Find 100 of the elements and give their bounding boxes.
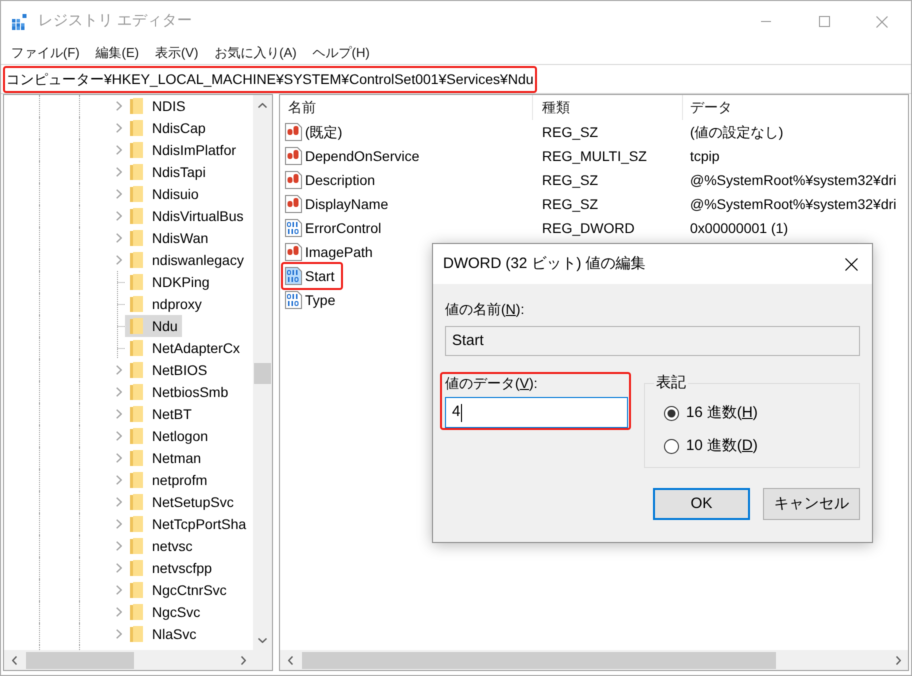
folder-icon <box>130 516 143 532</box>
radio-label: 10 進数(D) <box>686 437 758 454</box>
scrollbar-thumb[interactable] <box>254 363 271 384</box>
tree-item[interactable]: NdisCap <box>125 117 210 139</box>
menu-item[interactable]: お気に入り(A) <box>210 42 301 64</box>
scrollbar-thumb[interactable] <box>302 652 776 668</box>
tree-item[interactable]: NdisVirtualBus <box>125 205 248 227</box>
chevron-right-icon[interactable] <box>116 453 122 463</box>
address-bar[interactable]: コンピューター¥HKEY_LOCAL_MACHINE¥SYSTEM¥ControlSet001¥Services¥Ndu <box>1 64 911 94</box>
chevron-right-icon[interactable] <box>116 387 122 397</box>
chevron-right-icon[interactable] <box>116 167 122 177</box>
window-title: レジストリ エディター <box>38 11 192 32</box>
column-header[interactable]: 種類 <box>533 95 683 120</box>
scrollbar-thumb[interactable] <box>26 652 134 668</box>
menu-item[interactable]: 表示(V) <box>150 42 202 64</box>
tree-item[interactable]: NlaSvc <box>125 623 200 645</box>
tree-item[interactable]: NetSetupSvc <box>125 491 238 513</box>
chevron-right-icon[interactable] <box>116 101 122 111</box>
chevron-right-icon[interactable] <box>116 233 122 243</box>
chevron-right-icon[interactable] <box>116 541 122 551</box>
tree-item[interactable]: Netlogon <box>125 425 212 447</box>
tree-item[interactable]: NdisWan <box>125 227 212 249</box>
value-data: @%SystemRoot%¥system32¥dri <box>690 172 896 188</box>
cube-grid-icon <box>12 14 28 30</box>
chevron-down-icon <box>258 638 267 642</box>
chevron-right-icon[interactable] <box>116 255 122 265</box>
tree-item[interactable]: ndiswanlegacy <box>125 249 248 271</box>
folder-icon <box>130 450 143 466</box>
tree-item[interactable]: NetAdapterCx <box>125 337 244 359</box>
chevron-right-icon[interactable] <box>116 123 122 133</box>
menu-item[interactable]: 編集(E) <box>92 42 143 64</box>
folder-icon <box>130 472 143 488</box>
chevron-right-icon[interactable] <box>116 145 122 155</box>
folder-icon <box>130 274 143 290</box>
dialog-button[interactable]: OK <box>653 488 750 520</box>
tree-item[interactable]: NetBIOS <box>125 359 212 381</box>
value-data: 0x00000001 (1) <box>690 220 788 236</box>
value-type: REG_SZ <box>542 124 598 140</box>
chevron-right-icon[interactable] <box>116 497 122 507</box>
chevron-right-icon[interactable] <box>116 211 122 221</box>
chevron-right-icon[interactable] <box>116 585 122 595</box>
menu-item[interactable]: ヘルプ(H) <box>308 42 374 64</box>
chevron-right-icon <box>896 656 900 664</box>
value-name: ErrorControl <box>305 218 382 238</box>
tree-item[interactable]: netprofm <box>125 469 212 491</box>
chevron-right-icon[interactable] <box>116 629 122 639</box>
radio-button[interactable] <box>664 406 679 421</box>
value-name-field[interactable]: Start <box>445 326 860 356</box>
tree-item[interactable]: NetTcpPortSha <box>125 513 250 535</box>
folder-icon <box>130 340 143 356</box>
tree-item[interactable]: ndproxy <box>125 293 206 315</box>
tree-item[interactable]: NetBT <box>125 403 196 425</box>
folder-icon <box>130 604 143 620</box>
tree-item[interactable]: netvscfpp <box>125 557 216 579</box>
tree-item[interactable]: NetbiosSmb <box>125 381 232 403</box>
chevron-right-icon[interactable] <box>116 607 122 617</box>
tree-item[interactable]: Netman <box>125 447 206 469</box>
text-cursor-icon <box>461 404 462 422</box>
value-name: Description <box>305 170 376 190</box>
value-name: Start <box>305 266 335 286</box>
folder-icon <box>130 626 143 642</box>
value-data: @%SystemRoot%¥system32¥dri <box>690 196 896 212</box>
tree-item[interactable]: NgcSvc <box>125 601 204 623</box>
radio-button[interactable] <box>664 439 679 454</box>
chevron-right-icon[interactable] <box>116 409 122 419</box>
value-name: DisplayName <box>305 194 388 214</box>
tree-item[interactable]: NDKPing <box>125 271 214 293</box>
address-path: コンピューター¥HKEY_LOCAL_MACHINE¥SYSTEM¥ControlSet001¥Services¥Ndu <box>6 70 534 89</box>
value-type: REG_MULTI_SZ <box>542 148 647 164</box>
dialog-title: DWORD (32 ビット) 値の編集 <box>443 254 646 274</box>
tree-item[interactable]: NdisImPlatfor <box>125 139 240 161</box>
value-name: DependOnService <box>305 146 420 166</box>
chevron-right-icon[interactable] <box>116 189 122 199</box>
dialog-button[interactable]: キャンセル <box>763 488 860 520</box>
value-data-input[interactable]: 4 <box>445 397 628 428</box>
tree-item[interactable]: NdisTapi <box>125 161 210 183</box>
chevron-right-icon[interactable] <box>116 431 122 441</box>
folder-icon <box>130 318 143 334</box>
menu-item[interactable]: ファイル(F) <box>7 42 84 64</box>
chevron-right-icon[interactable] <box>116 475 122 485</box>
minimize-icon <box>761 21 771 22</box>
tree-item[interactable]: NDIS <box>125 95 190 117</box>
chevron-right-icon[interactable] <box>116 365 122 375</box>
value-type: REG_SZ <box>542 172 598 188</box>
value-name: ImagePath <box>305 242 373 262</box>
tree-item[interactable]: Ndisuio <box>125 183 203 205</box>
chevron-right-icon[interactable] <box>116 519 122 529</box>
value-name: Type <box>305 290 336 310</box>
tree-item[interactable]: NgcCtnrSvc <box>125 579 231 601</box>
tree-item[interactable]: netvsc <box>125 535 196 557</box>
chevron-right-icon[interactable] <box>116 563 122 573</box>
column-header[interactable]: 名前 <box>280 95 533 120</box>
group-title: 表記 <box>655 373 687 393</box>
tree-item[interactable]: Ndu <box>125 315 182 337</box>
value-data: tcpip <box>690 148 720 164</box>
folder-icon <box>130 582 143 598</box>
value-type: REG_SZ <box>542 196 598 212</box>
folder-icon <box>130 186 143 202</box>
folder-icon <box>130 120 143 136</box>
column-header[interactable]: データ <box>683 95 908 120</box>
